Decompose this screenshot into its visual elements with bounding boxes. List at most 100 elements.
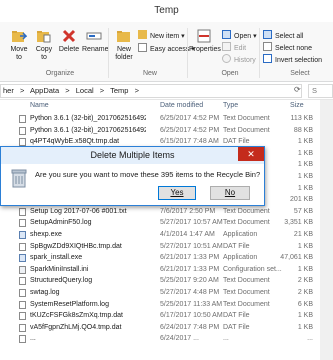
properties-icon (197, 29, 211, 43)
new-item-label: New item (150, 33, 180, 40)
file-size: 1 KB (297, 323, 313, 331)
file-row[interactable]: Python 3.6.1 (32-bit)_20170625164927_00.… (0, 113, 333, 124)
breadcrumb-chevron: > (134, 86, 139, 95)
text-file-icon (19, 242, 26, 251)
file-date-modified: 6/21/2017 1:33 PM (160, 265, 220, 273)
file-date-modified: 4/1/2014 1:47 AM (160, 231, 215, 238)
file-row[interactable]: SparkMiniInstall.ini 6/21/2017 1:33 PM Con… (0, 264, 333, 275)
file-name: spark_install.exe (30, 254, 83, 262)
file-row[interactable]: swtag.log 5/27/2017 4:48 PM Text Document 2… (0, 287, 333, 298)
column-type[interactable]: Type (223, 102, 238, 109)
copy-to-button[interactable]: Copy to (33, 28, 55, 62)
refresh-icon[interactable]: ⟳ (294, 85, 301, 94)
file-size: 1 KB (297, 242, 313, 250)
move-to-button[interactable]: Move to (8, 28, 30, 62)
file-date-modified: 6/25/2017 4:52 PM (160, 126, 220, 134)
history-icon (222, 54, 231, 63)
select-all-icon (263, 30, 272, 39)
file-row[interactable]: tKUZcFSFGk8sZmXq.tmp.dat 6/17/2017 10:50 … (0, 310, 333, 321)
file-row[interactable]: vA5fFgpnZhLMj.QO4.tmp.dat 6/24/2017 7:48 … (0, 322, 333, 333)
file-size: 1 KB (297, 184, 313, 192)
file-name: SparkMiniInstall.ini (30, 265, 89, 273)
column-size[interactable]: Size (290, 102, 304, 109)
edit-button[interactable]: Edit (222, 42, 246, 54)
text-file-icon (19, 138, 26, 147)
file-date-modified: 7/6/2017 2:50 PM (160, 207, 216, 215)
file-size: 88 KB (293, 126, 313, 134)
dialog-title: Delete Multiple Items (1, 147, 264, 164)
ribbon-separator (187, 28, 188, 78)
file-size: 113 KB (290, 115, 313, 122)
file-type: Text Document (223, 300, 270, 308)
vertical-scrollbar[interactable] (320, 100, 333, 360)
text-file-icon (19, 312, 26, 321)
invert-selection-button[interactable]: Invert selection (263, 54, 322, 66)
easy-access-icon (138, 43, 147, 52)
open-icon (222, 30, 231, 39)
file-name: SetupAdminF50.log (30, 219, 92, 227)
rename-label: Rename (82, 46, 109, 53)
file-size: 21 KB (293, 231, 313, 238)
file-date-modified: 6/25/2017 4:52 PM (160, 115, 220, 122)
breadcrumb-temp[interactable]: Temp (110, 86, 128, 95)
select-none-label: Select none (275, 45, 312, 52)
file-size: 2 KB (297, 277, 313, 285)
yes-button[interactable]: Yes (158, 186, 196, 200)
select-all-button[interactable]: Select all (263, 30, 303, 42)
file-size: ... (307, 335, 313, 343)
file-size: 201 KB (290, 196, 313, 204)
no-button[interactable]: No (210, 186, 250, 200)
file-type: Text Document (223, 207, 270, 215)
breadcrumb-chevron: > (99, 86, 105, 95)
delete-x-icon (62, 29, 76, 43)
no-label: No (224, 188, 236, 197)
new-folder-button[interactable]: New folder (112, 28, 136, 62)
file-size: 1 KB (297, 312, 313, 320)
text-file-icon (19, 277, 26, 286)
file-type: ... (223, 335, 229, 343)
open-button[interactable]: Open ▾ (222, 30, 257, 42)
file-row[interactable]: ... 6/24/2017 ......... (0, 333, 333, 344)
breadcrumb[interactable]: her > AppData > Local > Temp > (0, 84, 302, 98)
file-name: SystemResetPlatform.log (30, 300, 109, 308)
new-item-button[interactable]: New item ▾ (138, 30, 185, 42)
select-none-button[interactable]: Select none (263, 42, 312, 54)
file-row[interactable]: SystemResetPlatform.log 5/25/2017 11:33 A… (0, 299, 333, 310)
breadcrumb-local[interactable]: Local (76, 86, 94, 95)
select-all-label: Select all (275, 33, 304, 40)
file-row[interactable]: shexp.exe 4/1/2014 1:47 AM Application 21 K… (0, 229, 333, 240)
file-row[interactable]: SetupAdminF50.log 5/27/2017 10:57 AM Text … (0, 217, 333, 228)
delete-button[interactable]: Delete (58, 28, 80, 54)
invert-selection-icon (263, 54, 272, 63)
column-name[interactable]: Name (30, 102, 49, 109)
breadcrumb-part: her (3, 86, 14, 95)
select-group-label: Select (290, 70, 310, 77)
easy-access-label: Easy access (150, 46, 190, 53)
history-button[interactable]: History (222, 54, 256, 66)
text-file-icon (19, 300, 26, 309)
file-type: Text Document (223, 219, 270, 227)
dialog-close-button[interactable]: ✕ (238, 147, 264, 161)
column-date-modified[interactable]: Date modified (160, 102, 203, 109)
text-file-icon (19, 335, 26, 344)
file-name: Setup Log 2017-07-06 #001.txt (30, 207, 127, 215)
ribbon: Move to Copy to Delete Rename Organize N… (0, 22, 333, 82)
file-type: DAT File (223, 312, 250, 320)
file-name: tKUZcFSFGk8sZmXq.tmp.dat (30, 312, 123, 320)
file-row[interactable]: StructuredQuery.log 5/25/2017 9:20 AM Text… (0, 275, 333, 286)
ribbon-separator (259, 28, 260, 78)
file-row[interactable]: Python 3.6.1 (32-bit)_20170625164927_00.… (0, 125, 333, 136)
file-row[interactable]: spark_install.exe 6/21/2017 1:33 PM Applic… (0, 252, 333, 263)
breadcrumb-appdata[interactable]: AppData (30, 86, 59, 95)
new-folder-icon (117, 31, 130, 42)
rename-icon (86, 32, 102, 40)
edit-label: Edit (234, 45, 247, 52)
file-size: 57 KB (293, 207, 313, 215)
properties-button[interactable]: Properties (189, 28, 221, 54)
copy-to-label: Copy to (35, 46, 53, 61)
search-input[interactable]: S (308, 84, 333, 98)
file-row[interactable]: SpBgwZDd9XIQtHBc.tmp.dat 5/27/2017 10:51 … (0, 241, 333, 252)
file-row[interactable]: Setup Log 2017-07-06 #001.txt 7/6/2017 2:… (0, 206, 333, 217)
file-name: SpBgwZDd9XIQtHBc.tmp.dat (30, 242, 122, 250)
rename-button[interactable]: Rename (82, 28, 109, 54)
